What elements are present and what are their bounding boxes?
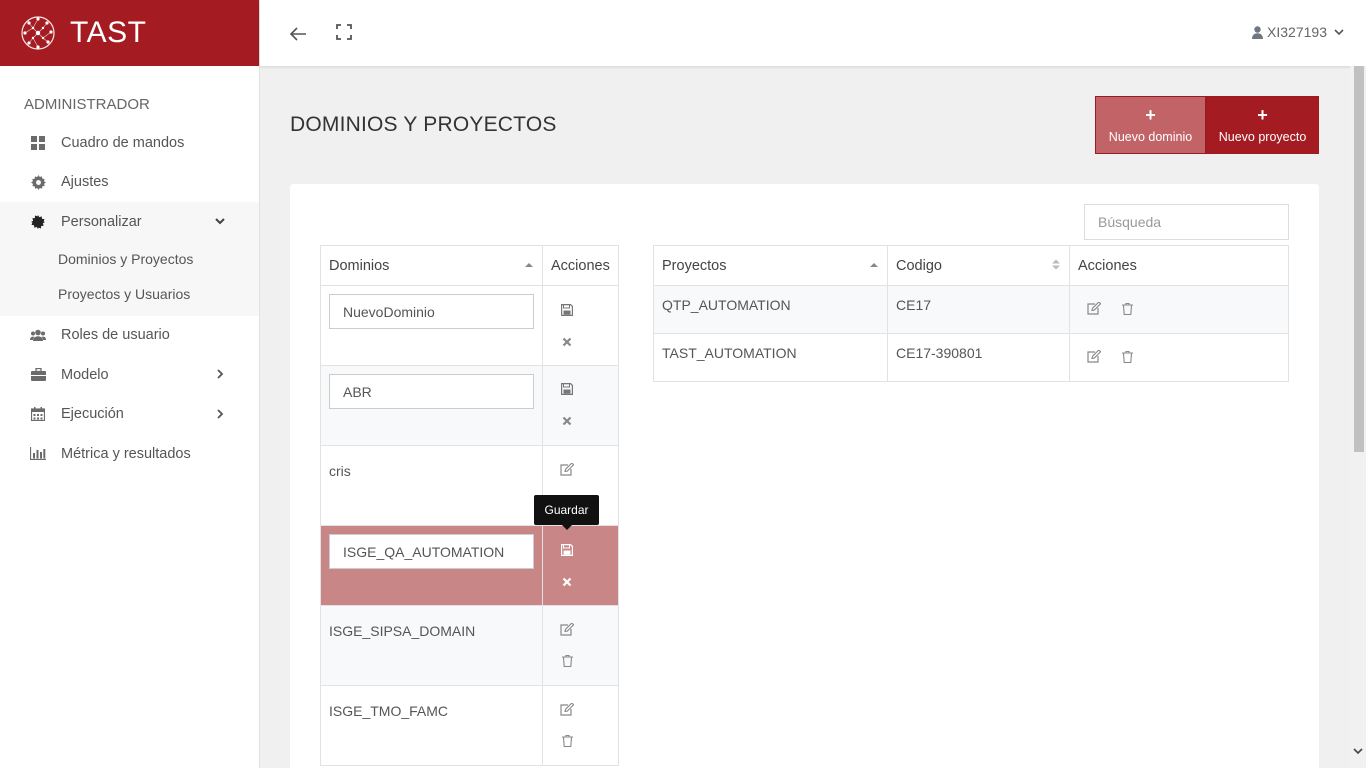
domain-actions-header: Acciones: [542, 245, 619, 286]
delete-icon[interactable]: [560, 734, 574, 748]
new-project-button[interactable]: + Nuevo proyecto: [1206, 96, 1319, 154]
code-header-label: Codigo: [896, 257, 942, 274]
chevron-down-icon: [215, 218, 225, 225]
delete-icon[interactable]: [560, 654, 574, 668]
table-row: TAST_AUTOMATION CE17-390801: [653, 333, 1289, 382]
fullscreen-icon[interactable]: [336, 24, 352, 40]
save-icon[interactable]: [560, 382, 574, 396]
domain-name-input[interactable]: [329, 374, 534, 409]
edit-icon[interactable]: [1087, 302, 1101, 316]
sidebar-item-settings[interactable]: Ajustes: [0, 163, 259, 203]
content-card: Dominios Acciones: [290, 184, 1319, 768]
scrollbar[interactable]: [1350, 66, 1366, 768]
save-icon[interactable]: [560, 303, 574, 317]
delete-icon[interactable]: [1121, 351, 1136, 365]
sidebar-group-customize: Personalizar Dominios y Proyectos Proyec…: [0, 202, 259, 316]
tooltip-save: Guardar: [534, 495, 599, 530]
sidebar-subitem-projects-users[interactable]: Proyectos y Usuarios: [0, 277, 259, 312]
sidebar-item-label: Cuadro de mandos: [61, 134, 185, 151]
scrollbar-thumb[interactable]: [1354, 66, 1364, 452]
sidebar-item-label: Métrica y resultados: [61, 445, 191, 462]
project-actions: [1069, 285, 1289, 334]
sort-both-icon: [1052, 259, 1060, 270]
edit-icon[interactable]: [560, 622, 574, 636]
projects-table: Proyectos Codigo Acciones QTP_AUTOMATION…: [653, 245, 1289, 382]
network-logo-icon: [21, 16, 55, 50]
table-row-selected: [320, 525, 619, 606]
domain-name: ISGE_TMO_FAMC: [329, 703, 449, 719]
edit-icon[interactable]: [1087, 350, 1101, 364]
new-project-label: Nuevo proyecto: [1218, 130, 1307, 144]
sidebar-item-label: Ajustes: [61, 174, 109, 191]
users-icon: [30, 327, 46, 343]
table-row: ISGE_SIPSA_DOMAIN: [320, 605, 619, 686]
dashboard-icon: [30, 135, 46, 151]
projects-header[interactable]: Proyectos: [653, 245, 888, 286]
chevron-down-icon[interactable]: [1352, 746, 1364, 756]
plus-icon: +: [1257, 105, 1268, 125]
domain-name-input[interactable]: [329, 534, 534, 569]
briefcase-icon: [30, 367, 46, 383]
table-row: ISGE_TMO_FAMC: [320, 685, 619, 766]
sidebar-item-label: Roles de usuario: [61, 327, 170, 344]
cancel-icon[interactable]: [560, 335, 574, 349]
sidebar-item-label: Modelo: [61, 366, 109, 383]
brand-header[interactable]: TAST: [0, 0, 259, 66]
page-title: DOMINIOS Y PROYECTOS: [290, 113, 557, 136]
project-name: QTP_AUTOMATION: [653, 285, 888, 334]
gear-icon: [30, 174, 46, 190]
sort-asc-icon: [525, 263, 533, 267]
puzzle-icon: [30, 214, 46, 230]
sidebar-section-title: ADMINISTRADOR: [24, 96, 150, 113]
plus-icon: +: [1145, 105, 1156, 125]
edit-icon[interactable]: [560, 702, 574, 716]
domains-header[interactable]: Dominios: [320, 245, 543, 286]
sidebar-subitem-domains-projects[interactable]: Dominios y Proyectos: [0, 242, 259, 277]
domain-name-input[interactable]: [329, 294, 534, 329]
sidebar-item-label: Personalizar: [61, 213, 142, 230]
domain-name: ISGE_SIPSA_DOMAIN: [329, 623, 476, 639]
project-name: TAST_AUTOMATION: [653, 333, 888, 382]
action-buttons: + Nuevo dominio + Nuevo proyecto: [1095, 96, 1319, 154]
sort-asc-icon: [870, 263, 878, 267]
new-domain-button[interactable]: + Nuevo dominio: [1095, 96, 1206, 154]
topbar: XI327193: [260, 0, 1366, 66]
sidebar-item-model[interactable]: Modelo: [0, 355, 259, 395]
table-row: [320, 285, 619, 366]
project-code: CE17-390801: [887, 333, 1070, 382]
cancel-icon[interactable]: [560, 414, 574, 428]
bar-chart-icon: [30, 446, 46, 462]
save-icon[interactable]: [560, 543, 574, 557]
new-domain-label: Nuevo dominio: [1108, 130, 1193, 144]
delete-icon[interactable]: [1121, 303, 1136, 317]
chevron-right-icon: [217, 408, 224, 419]
sidebar-item-dashboard[interactable]: Cuadro de mandos: [0, 123, 259, 163]
calendar-icon: [30, 406, 46, 422]
table-row: [320, 365, 619, 446]
project-code: CE17: [887, 285, 1070, 334]
cancel-icon[interactable]: [560, 575, 574, 589]
sidebar-item-execution[interactable]: Ejecución: [0, 395, 259, 435]
arrow-left-icon[interactable]: [288, 24, 308, 44]
project-actions-header: Acciones: [1069, 245, 1289, 286]
search-input[interactable]: [1084, 204, 1289, 240]
user-name: XI327193: [1267, 24, 1327, 40]
edit-icon[interactable]: [560, 462, 574, 476]
sidebar-item-label: Ejecución: [61, 406, 124, 423]
sidebar: TAST ADMINISTRADOR Cuadro de mandos Ajus…: [0, 0, 260, 768]
user-menu[interactable]: XI327193: [1252, 24, 1350, 40]
code-header[interactable]: Codigo: [887, 245, 1070, 286]
sidebar-item-metrics[interactable]: Métrica y resultados: [0, 434, 259, 474]
brand-name: TAST: [70, 16, 147, 49]
domain-name: cris: [329, 463, 351, 479]
domains-header-label: Dominios: [329, 257, 390, 274]
sidebar-item-customize[interactable]: Personalizar: [0, 202, 259, 242]
table-row: QTP_AUTOMATION CE17: [653, 285, 1289, 334]
user-icon: [1252, 25, 1264, 39]
chevron-down-icon: [1334, 29, 1344, 36]
project-actions: [1069, 333, 1289, 382]
chevron-right-icon: [217, 369, 224, 379]
projects-header-label: Proyectos: [662, 257, 727, 274]
sidebar-item-user-roles[interactable]: Roles de usuario: [0, 316, 259, 356]
